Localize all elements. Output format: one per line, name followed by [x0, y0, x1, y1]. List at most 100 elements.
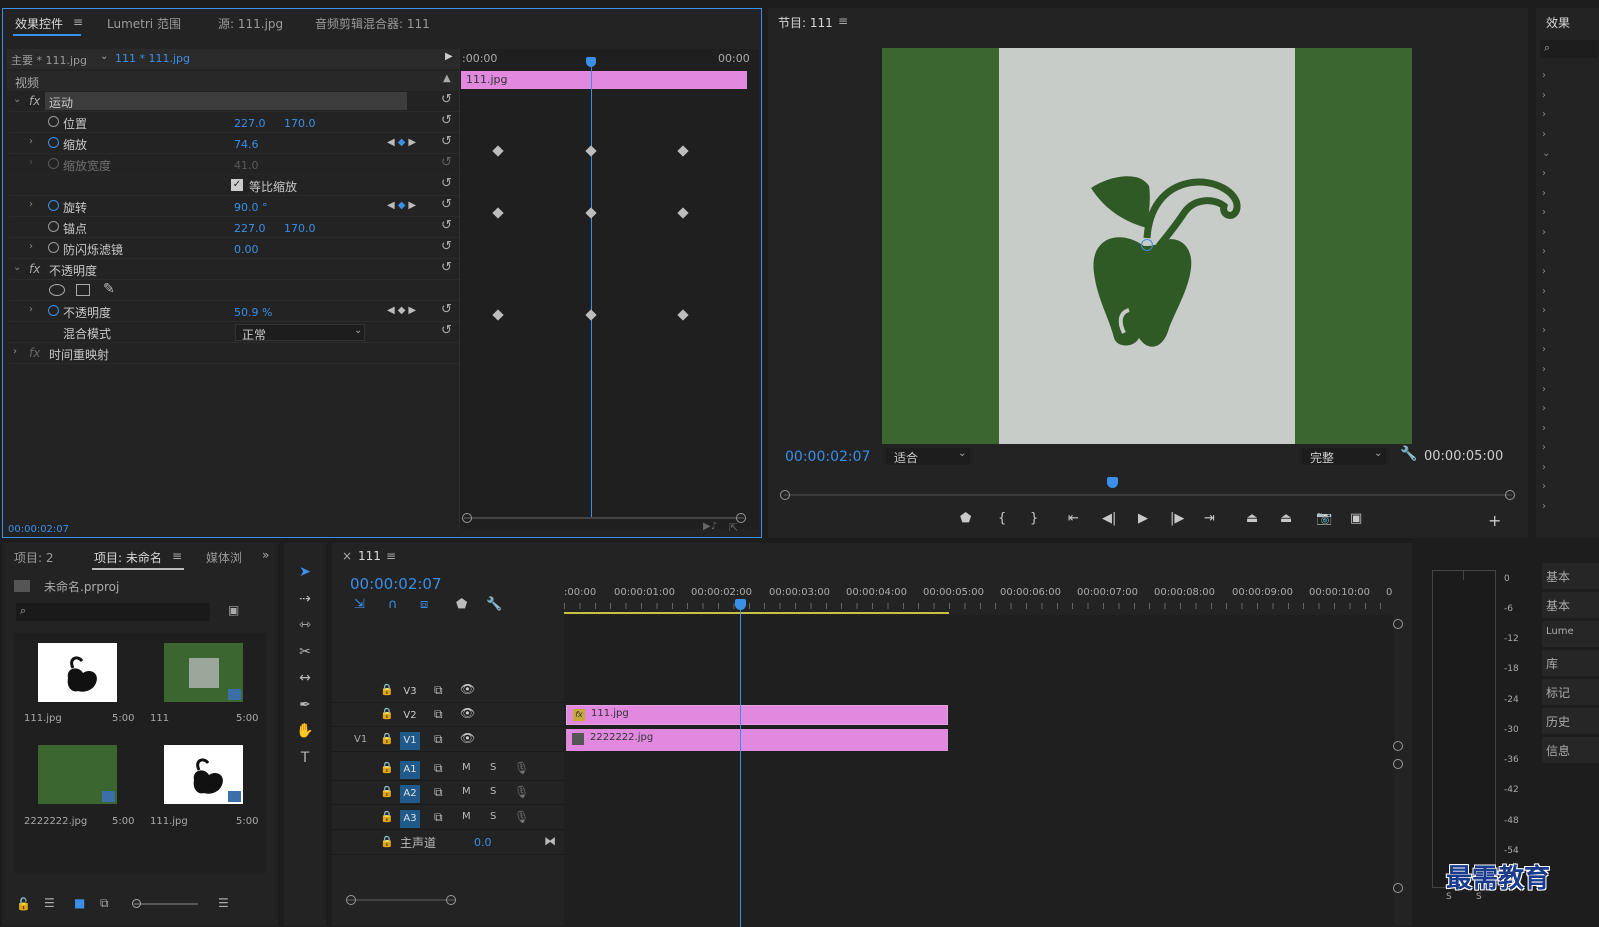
wrench-icon[interactable]: 🔧 — [1400, 446, 1417, 462]
thumbnail-sequence-111[interactable] — [164, 643, 243, 702]
scroll-handle-left[interactable] — [780, 490, 790, 500]
work-area-bar[interactable] — [564, 612, 949, 614]
extract-icon[interactable]: ⏏ — [1280, 511, 1292, 526]
fx-motion-row[interactable]: ⌄ fx 运动 ↺ — [9, 91, 461, 112]
sort-icon[interactable]: ☰ — [218, 896, 229, 910]
reset-icon[interactable]: ↺ — [441, 323, 452, 338]
image-frame[interactable] — [999, 48, 1295, 444]
panel-menu-icon[interactable]: ≡ — [386, 549, 396, 563]
effects-tab[interactable]: 效果 — [1546, 14, 1570, 31]
keyframe-nav[interactable]: ◀◆▶ — [387, 137, 419, 148]
anchor-y-value[interactable]: 170.0 — [284, 222, 316, 235]
position-y-value[interactable]: 170.0 — [284, 117, 316, 130]
clip-label[interactable]: 111 * 111.jpg — [115, 52, 190, 65]
selection-tool-icon[interactable]: ➤ — [294, 561, 316, 583]
more-tabs-icon[interactable]: » — [262, 548, 269, 562]
playback-resolution-select[interactable]: 完整 ⌄ — [1302, 448, 1386, 465]
keyframe-diamond[interactable] — [677, 145, 689, 157]
play-only-icon[interactable]: ▶ — [445, 51, 453, 62]
collapse-icon[interactable]: ▲ — [443, 73, 451, 84]
nest-icon[interactable]: ⇲ — [354, 597, 365, 612]
stopwatch-icon[interactable] — [48, 305, 59, 316]
uniform-scale-checkbox[interactable]: ✓ — [231, 179, 243, 191]
effects-tree[interactable]: › › › › ⌄ › › › › › › › › › › › › › › › › › … — [1542, 66, 1596, 526]
scroll-handle-left[interactable] — [346, 895, 356, 905]
right-tab-lumetri[interactable]: Lume — [1542, 621, 1599, 647]
sync-lock-icon[interactable]: ⧉ — [434, 761, 443, 776]
keyframe-diamond[interactable] — [585, 145, 597, 157]
go-to-out-icon[interactable]: ⇥ — [1204, 511, 1215, 526]
mute-button[interactable]: M — [462, 811, 471, 822]
panel-menu-icon[interactable]: ≡ — [838, 14, 848, 28]
track-name-a2[interactable]: A2 — [400, 785, 420, 803]
mic-icon[interactable]: 🎙 — [514, 785, 529, 799]
project-search-input[interactable]: ⌕ — [16, 603, 210, 621]
keyframe-diamond[interactable] — [492, 207, 504, 219]
reset-icon[interactable]: ↺ — [441, 302, 452, 317]
stopwatch-icon[interactable] — [48, 242, 59, 253]
solo-button[interactable]: S — [490, 786, 496, 797]
reset-icon[interactable]: ↺ — [441, 113, 452, 128]
reset-icon[interactable]: ↺ — [441, 260, 452, 275]
reset-icon[interactable]: ↺ — [441, 134, 452, 149]
scroll-handle-right[interactable] — [1505, 490, 1515, 500]
scroll-handle-right[interactable] — [446, 895, 456, 905]
reset-icon[interactable]: ↺ — [441, 239, 452, 254]
thumbnail-111-jpg[interactable] — [38, 643, 117, 702]
scroll-handle[interactable] — [1393, 619, 1403, 629]
panel-menu-icon[interactable]: ≡ — [172, 549, 182, 563]
panel-menu-icon[interactable]: ≡ — [73, 15, 83, 29]
scroll-handle[interactable] — [1393, 741, 1403, 751]
mini-playhead-handle[interactable] — [586, 57, 596, 67]
track-name-v3[interactable]: V3 — [400, 683, 420, 701]
fx-icon[interactable]: fx — [29, 346, 40, 360]
linked-selection-icon[interactable]: ⧈ — [420, 597, 428, 612]
scale-value[interactable]: 74.6 — [234, 138, 259, 151]
new-bin-icon[interactable]: ▣ — [228, 603, 239, 617]
twirl-down-icon[interactable]: ⌄ — [13, 262, 21, 273]
tab-project-2[interactable]: 项目: 2 — [14, 549, 54, 566]
stopwatch-icon[interactable] — [48, 137, 59, 148]
sync-lock-icon[interactable]: ⧉ — [434, 810, 443, 825]
track-area[interactable] — [564, 615, 1394, 927]
program-scrub-bar[interactable] — [784, 494, 1512, 496]
lock-icon[interactable]: 🔓 — [16, 897, 31, 911]
sync-lock-icon[interactable]: ⧉ — [434, 732, 443, 747]
list-view-icon[interactable]: ☰ — [44, 896, 55, 910]
lock-icon[interactable]: 🔒 — [380, 707, 394, 720]
icon-view-icon[interactable]: ■ — [74, 896, 85, 910]
mark-in-icon[interactable]: { — [998, 511, 1006, 526]
compare-view-icon[interactable]: ▣ — [1350, 511, 1362, 526]
keyframe-diamond[interactable] — [585, 207, 597, 219]
mark-out-icon[interactable]: } — [1030, 511, 1038, 526]
go-to-end-icon[interactable]: ⧓ — [544, 834, 556, 848]
fx-icon[interactable]: fx — [29, 94, 40, 108]
add-marker-icon[interactable]: ⬟ — [960, 511, 971, 526]
sync-lock-icon[interactable]: ⧉ — [434, 683, 443, 698]
tab-sequence-111[interactable]: 111 — [358, 549, 381, 563]
clip-v1-2222222-jpg[interactable]: 2222222.jpg — [566, 729, 948, 751]
keyframe-diamond[interactable] — [492, 145, 504, 157]
zoom-slider[interactable] — [134, 903, 198, 905]
fx-icon[interactable]: fx — [29, 262, 40, 276]
rotation-value[interactable]: 90.0 ° — [234, 201, 268, 214]
tab-audio-clip-mixer[interactable]: 音频剪辑混合器: 111 — [315, 15, 430, 32]
blend-mode-select[interactable]: 正常 ⌄ — [235, 324, 365, 342]
lock-icon[interactable]: 🔒 — [380, 835, 394, 848]
anchor-x-value[interactable]: 227.0 — [234, 222, 266, 235]
eye-icon[interactable]: 👁 — [460, 731, 475, 745]
sync-lock-icon[interactable]: ⧉ — [434, 785, 443, 800]
mute-button[interactable]: M — [462, 786, 471, 797]
mini-clip-bar[interactable]: 111.jpg — [461, 71, 747, 89]
ripple-edit-tool-icon[interactable]: ⇿ — [294, 614, 316, 636]
twirl-right-icon[interactable]: › — [29, 136, 33, 147]
keyframe-diamond[interactable] — [677, 309, 689, 321]
tab-effect-controls[interactable]: 效果控件 — [15, 15, 63, 32]
step-forward-icon[interactable]: |▶ — [1170, 511, 1184, 526]
solo-button[interactable]: S — [490, 811, 496, 822]
stopwatch-icon[interactable] — [48, 221, 59, 232]
timeline-timecode[interactable]: 00:00:02:07 — [350, 575, 442, 593]
twirl-right-icon[interactable]: › — [29, 304, 33, 315]
lock-icon[interactable]: 🔒 — [380, 785, 394, 798]
hand-tool-icon[interactable]: ✋ — [294, 720, 316, 742]
